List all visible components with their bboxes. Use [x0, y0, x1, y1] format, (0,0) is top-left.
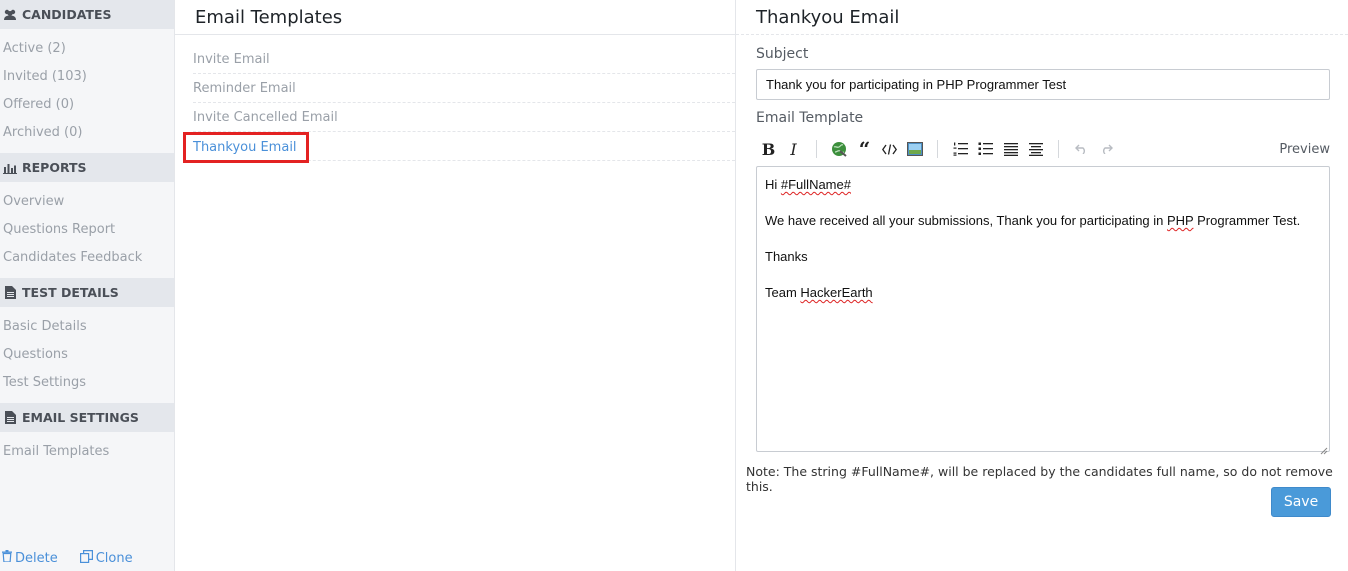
- template-item-reminder[interactable]: Reminder Email: [193, 74, 735, 103]
- save-button[interactable]: Save: [1271, 487, 1331, 517]
- bar-chart-icon: [3, 162, 17, 174]
- templates-panel: Email Templates Invite Email Reminder Em…: [175, 0, 736, 571]
- link-icon[interactable]: [827, 137, 852, 161]
- sidebar-item-invited[interactable]: Invited (103): [0, 63, 174, 91]
- image-icon[interactable]: [902, 137, 927, 161]
- quote-icon[interactable]: “: [852, 137, 877, 161]
- subject-input[interactable]: [756, 69, 1330, 100]
- sidebar-item-basic-details[interactable]: Basic Details: [0, 313, 174, 341]
- template-item-invite-cancelled[interactable]: Invite Cancelled Email: [193, 103, 735, 132]
- sidebar: CANDIDATES Active (2) Invited (103) Offe…: [0, 0, 175, 571]
- section-header-test-details: TEST DETAILS: [0, 278, 174, 307]
- email-template-label: Email Template: [756, 110, 864, 126]
- preview-button[interactable]: Preview: [1279, 142, 1330, 157]
- editor-toolbar: B I “ Preview: [756, 136, 1330, 162]
- bold-icon[interactable]: B: [756, 137, 781, 161]
- sidebar-item-email-templates[interactable]: Email Templates: [0, 438, 174, 466]
- subject-label: Subject: [756, 46, 809, 62]
- section-items: Email Templates: [0, 432, 174, 472]
- body-signature: Team HackerEarth: [765, 284, 1321, 302]
- sidebar-item-questions[interactable]: Questions: [0, 341, 174, 369]
- clone-button[interactable]: Clone: [79, 549, 133, 567]
- section-items: Basic Details Questions Test Settings: [0, 307, 174, 403]
- team-name: HackerEarth: [800, 285, 873, 300]
- users-icon: [3, 9, 17, 21]
- sidebar-item-active[interactable]: Active (2): [0, 35, 174, 63]
- document-icon: [3, 286, 17, 299]
- sidebar-item-archived[interactable]: Archived (0): [0, 119, 174, 147]
- fullname-token: #FullName#: [780, 177, 851, 192]
- toolbar-divider: [816, 140, 817, 158]
- section-header-reports: REPORTS: [0, 153, 174, 182]
- section-title: EMAIL SETTINGS: [22, 410, 139, 425]
- template-item-invite[interactable]: Invite Email: [193, 45, 735, 74]
- italic-icon[interactable]: I: [781, 137, 806, 161]
- redo-icon[interactable]: [1094, 137, 1119, 161]
- page-title: Email Templates: [175, 0, 735, 35]
- delete-label: Delete: [15, 550, 58, 566]
- clone-label: Clone: [95, 550, 133, 566]
- align-justify-icon[interactable]: [998, 137, 1023, 161]
- numbered-list-icon[interactable]: [948, 137, 973, 161]
- sidebar-item-questions-report[interactable]: Questions Report: [0, 216, 174, 244]
- paragraph-text-b: Programmer Test.: [1193, 213, 1301, 228]
- resize-handle-icon[interactable]: [1320, 442, 1328, 455]
- sidebar-item-offered[interactable]: Offered (0): [0, 91, 174, 119]
- templates-list: Invite Email Reminder Email Invite Cance…: [175, 35, 735, 163]
- trash-icon: [2, 550, 15, 566]
- section-title: TEST DETAILS: [22, 285, 119, 300]
- horizontal-rule-icon[interactable]: [1023, 137, 1048, 161]
- fullname-note: Note: The string #FullName#, will be rep…: [746, 464, 1333, 494]
- email-body-editor[interactable]: Hi #FullName# We have received all your …: [756, 166, 1330, 455]
- undo-icon[interactable]: [1069, 137, 1094, 161]
- section-title: REPORTS: [22, 160, 87, 175]
- section-header-email-settings: EMAIL SETTINGS: [0, 403, 174, 432]
- body-paragraph: We have received all your submissions, T…: [765, 212, 1321, 230]
- template-editor-panel: Thankyou Email Subject Email Template B …: [736, 0, 1348, 571]
- sidebar-item-candidates-feedback[interactable]: Candidates Feedback: [0, 244, 174, 272]
- body-greeting: Hi #FullName#: [765, 176, 1321, 194]
- section-items: Active (2) Invited (103) Offered (0) Arc…: [0, 29, 174, 153]
- section-header-candidates: CANDIDATES: [0, 0, 174, 29]
- team-prefix: Team: [765, 285, 801, 300]
- document-icon: [3, 411, 17, 424]
- template-item-thankyou[interactable]: Thankyou Email: [183, 132, 735, 163]
- greeting-prefix: Hi: [765, 177, 781, 192]
- copy-icon: [79, 549, 96, 567]
- section-items: Overview Questions Report Candidates Fee…: [0, 182, 174, 278]
- sidebar-footer: Delete Clone: [0, 545, 175, 571]
- toolbar-divider: [1058, 140, 1059, 158]
- template-item-label: Thankyou Email: [183, 132, 309, 163]
- sidebar-item-overview[interactable]: Overview: [0, 188, 174, 216]
- section-title: CANDIDATES: [22, 7, 112, 22]
- body-thanks: Thanks: [765, 249, 808, 264]
- app: CANDIDATES Active (2) Invited (103) Offe…: [0, 0, 1348, 571]
- paragraph-text-a: We have received all your submissions, T…: [765, 213, 1167, 228]
- bulleted-list-icon[interactable]: [973, 137, 998, 161]
- delete-button[interactable]: Delete: [2, 550, 58, 566]
- code-icon[interactable]: [877, 137, 902, 161]
- sidebar-item-test-settings[interactable]: Test Settings: [0, 369, 174, 397]
- toolbar-divider: [937, 140, 938, 158]
- paragraph-text-php: PHP: [1167, 213, 1194, 228]
- editor-title: Thankyou Email: [736, 0, 1348, 35]
